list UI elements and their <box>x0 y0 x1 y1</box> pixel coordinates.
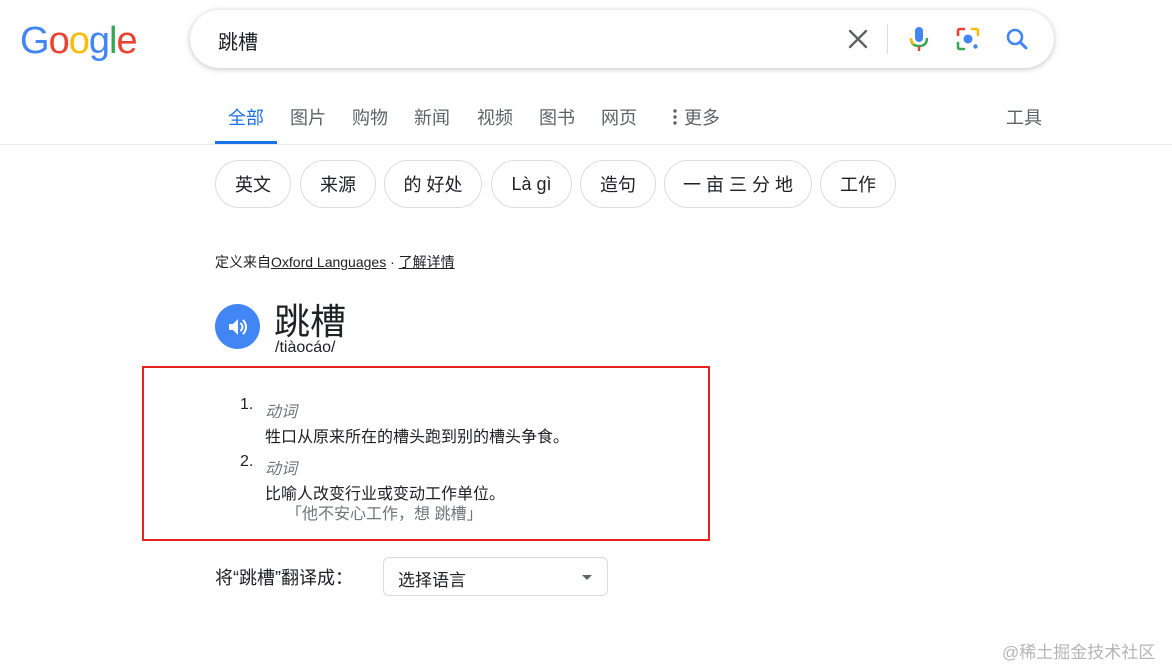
clear-icon[interactable] <box>840 21 876 57</box>
language-select-value: 选择语言 <box>398 571 466 590</box>
tab-label: 图片 <box>290 108 326 128</box>
search-box <box>190 10 1054 68</box>
logo-letter: e <box>116 20 137 62</box>
tabs-divider <box>0 144 1172 145</box>
tab-videos[interactable]: 视频 <box>477 104 513 144</box>
chip-refinement[interactable]: 一 亩 三 分 地 <box>664 160 812 208</box>
speaker-icon <box>228 318 247 335</box>
tab-all[interactable]: 全部 <box>215 104 277 144</box>
definition-text: 牲口从原来所在的槽头跑到别的槽头争食。 <box>265 429 570 446</box>
tab-books[interactable]: 图书 <box>539 104 575 144</box>
tab-label: 视频 <box>477 108 513 128</box>
pronounce-button[interactable] <box>215 304 260 349</box>
translate-label: 将“跳槽”翻译成： <box>215 568 353 588</box>
tab-label: 全部 <box>228 108 264 128</box>
google-logo[interactable]: Google <box>20 20 138 63</box>
search-icon[interactable] <box>999 21 1035 57</box>
tab-label: 新闻 <box>414 108 450 128</box>
tab-label: 购物 <box>352 108 388 128</box>
tab-web[interactable]: 网页 <box>601 104 637 144</box>
definitions-highlight-box: 1. 动词 牲口从原来所在的槽头跑到别的槽头争食。 2. 动词 比喻人改变行业或… <box>142 366 710 541</box>
source-prefix: 定义来自 <box>215 254 271 270</box>
search-input[interactable] <box>216 24 820 56</box>
definition-example: 「他不安心工作，想 跳槽」 <box>286 506 483 523</box>
chip-refinement[interactable]: 的 好处 <box>384 160 482 208</box>
oxford-languages-link[interactable]: Oxford Languages <box>271 254 386 270</box>
definition-number: 1. <box>240 396 254 413</box>
definition-part-of-speech: 动词 <box>265 404 298 421</box>
watermark: @稀土掘金技术社区 <box>1002 643 1156 662</box>
phonetic: /tiàocáo/ <box>275 339 336 356</box>
chip-refinement[interactable]: Là gì <box>491 160 572 208</box>
logo-letter: l <box>108 20 118 62</box>
language-select[interactable]: 选择语言 <box>383 557 608 596</box>
tab-label: 更多 <box>684 108 720 128</box>
logo-letter: g <box>88 20 110 62</box>
lens-icon[interactable] <box>950 21 986 57</box>
definition-number: 2. <box>240 453 254 470</box>
tab-label: 网页 <box>601 108 637 128</box>
logo-letter: o <box>68 20 90 62</box>
microphone-icon[interactable] <box>901 21 937 57</box>
definition-part-of-speech: 动词 <box>265 461 298 478</box>
chip-refinement[interactable]: 来源 <box>300 160 376 208</box>
tab-more[interactable]: 更多 <box>672 104 720 144</box>
logo-letter: o <box>48 20 70 62</box>
tab-news[interactable]: 新闻 <box>414 104 450 144</box>
search-divider <box>887 24 888 54</box>
tools-button[interactable]: 工具 <box>1006 104 1042 130</box>
source-separator: · <box>390 254 395 270</box>
dropdown-caret-icon <box>582 575 592 580</box>
chip-refinement[interactable]: 造句 <box>580 160 656 208</box>
more-vert-icon <box>673 109 677 125</box>
tab-shopping[interactable]: 购物 <box>352 104 388 144</box>
headword: 跳槽 <box>274 301 347 342</box>
definition-source: 定义来自Oxford Languages · 了解详情 <box>215 252 455 272</box>
tab-label: 图书 <box>539 108 575 128</box>
tab-images[interactable]: 图片 <box>290 104 326 144</box>
chip-refinement[interactable]: 英文 <box>215 160 291 208</box>
chip-refinement[interactable]: 工作 <box>820 160 896 208</box>
logo-letter: G <box>20 20 50 62</box>
learn-more-link[interactable]: 了解详情 <box>399 254 455 270</box>
search-results-page: Google 跳槽 全部 图片 购物 新闻 视频 图书 网页 更多 工具 英文 … <box>0 0 1172 667</box>
